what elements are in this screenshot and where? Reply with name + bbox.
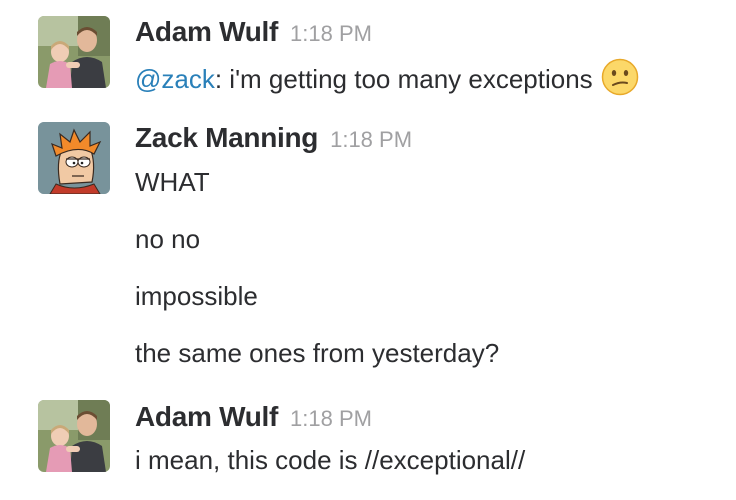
message-text: the same ones from yesterday? <box>135 338 500 368</box>
message-body: : i'm getting too many exceptions <box>214 64 593 94</box>
timestamp[interactable]: 1:18 PM <box>290 406 372 431</box>
author-name[interactable]: Adam Wulf <box>135 401 278 432</box>
message-text: impossible <box>135 281 258 311</box>
message-text: @zack: i'm getting too many exceptions <box>135 58 639 96</box>
timestamp[interactable]: 1:18 PM <box>330 127 412 152</box>
message-header: Zack Manning 1:18 PM <box>135 122 412 154</box>
message-header: Adam Wulf 1:18 PM <box>135 16 372 48</box>
user-mention[interactable]: @zack <box>135 64 215 94</box>
message-text: no no <box>135 224 201 254</box>
message-text: WHAT <box>135 167 210 197</box>
author-name[interactable]: Zack Manning <box>135 122 318 153</box>
timestamp[interactable]: 1:18 PM <box>290 21 372 46</box>
family-photo-avatar[interactable] <box>38 400 110 472</box>
confused-face-emoji <box>601 58 639 96</box>
author-name[interactable]: Adam Wulf <box>135 16 278 47</box>
message-text: i mean, this code is //exceptional// <box>135 445 526 475</box>
family-photo-avatar[interactable] <box>38 16 110 88</box>
message-header: Adam Wulf 1:18 PM <box>135 401 372 433</box>
cartoon-fry-avatar[interactable] <box>38 122 110 194</box>
